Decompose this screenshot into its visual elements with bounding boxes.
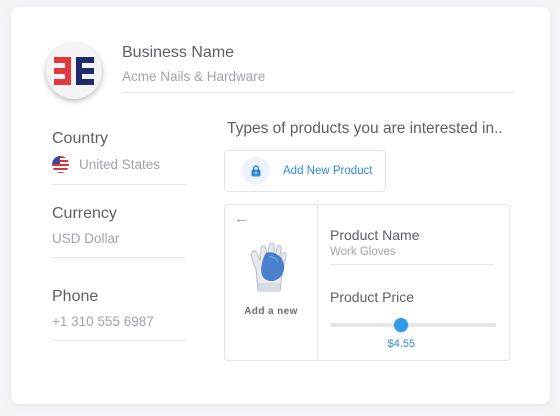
add-a-new-label[interactable]: Add a new bbox=[225, 306, 317, 318]
lock-icon bbox=[242, 157, 270, 185]
business-name-input[interactable]: Acme Nails & Hardware bbox=[122, 69, 514, 93]
currency-select[interactable]: USD Dollar bbox=[52, 231, 186, 258]
business-name-field[interactable]: Business Name Acme Nails & Hardware bbox=[122, 44, 514, 93]
currency-field[interactable]: Currency USD Dollar bbox=[52, 205, 186, 258]
country-value: United States bbox=[79, 157, 161, 172]
back-arrow-icon[interactable]: ← bbox=[234, 210, 249, 227]
product-image-pane: ← Add a new bbox=[225, 205, 318, 360]
phone-field[interactable]: Phone +1 310 555 6987 bbox=[52, 288, 186, 341]
price-slider-track[interactable] bbox=[330, 323, 496, 327]
product-panel: ← Add a new Product Name Work Gloves Pro… bbox=[224, 204, 510, 361]
currency-label: Currency bbox=[52, 205, 117, 222]
business-name-label: Business Name bbox=[122, 44, 235, 61]
price-slider-thumb[interactable] bbox=[394, 318, 409, 332]
work-glove-image bbox=[251, 242, 287, 292]
us-flag-icon bbox=[52, 156, 69, 173]
country-label: Country bbox=[52, 130, 109, 147]
product-types-heading: Types of products you are interested in.… bbox=[227, 120, 503, 137]
price-value: $4.55 bbox=[387, 338, 416, 350]
phone-label: Phone bbox=[52, 288, 99, 305]
add-new-product-button[interactable]: Add New Product bbox=[224, 150, 386, 192]
add-new-product-label: Add New Product bbox=[283, 165, 373, 177]
product-name-label: Product Name bbox=[330, 227, 420, 243]
business-logo[interactable] bbox=[46, 43, 102, 99]
product-name-input[interactable]: Work Gloves bbox=[330, 246, 494, 265]
product-price-label: Product Price bbox=[330, 289, 415, 305]
country-select[interactable]: United States bbox=[52, 156, 186, 185]
logo-mark-icon bbox=[54, 57, 94, 85]
price-slider[interactable] bbox=[330, 316, 496, 334]
country-field[interactable]: Country United States bbox=[52, 130, 186, 185]
phone-input[interactable]: +1 310 555 6987 bbox=[52, 314, 186, 341]
